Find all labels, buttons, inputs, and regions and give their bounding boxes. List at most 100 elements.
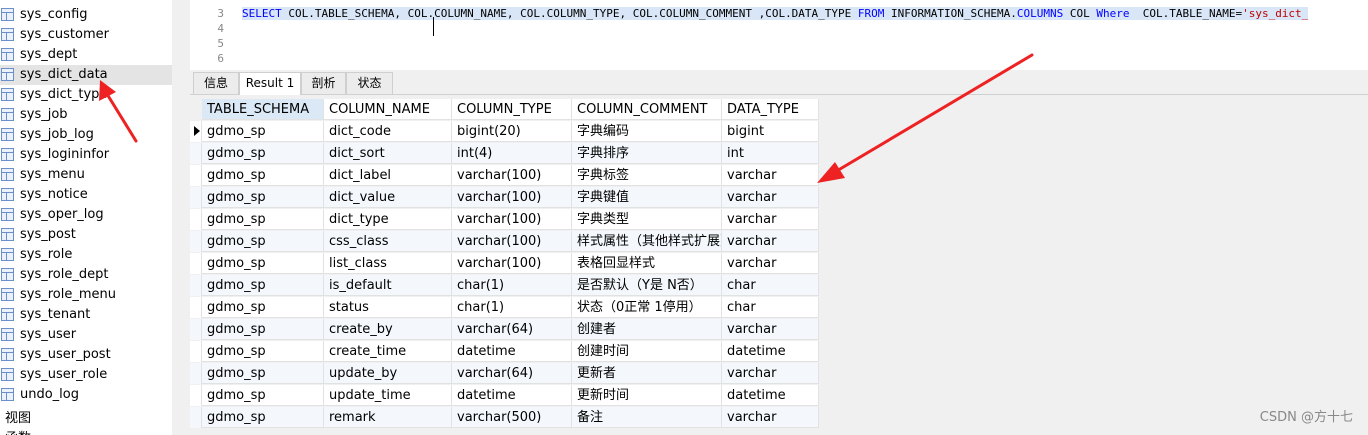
cell-column-name[interactable]: dict_code	[324, 121, 452, 142]
tree-item-undo-log[interactable]: undo_log	[0, 385, 172, 405]
cell-table-schema[interactable]: gdmo_sp	[202, 407, 324, 428]
cell-table-schema[interactable]: gdmo_sp	[202, 253, 324, 274]
cell-column-type[interactable]: varchar(64)	[452, 319, 572, 340]
cell-table-schema[interactable]: gdmo_sp	[202, 187, 324, 208]
tree-item-sys-notice[interactable]: sys_notice	[0, 185, 172, 205]
cell-column-name[interactable]: dict_type	[324, 209, 452, 230]
cell-data-type[interactable]: char	[722, 275, 819, 296]
cell-data-type[interactable]: varchar	[722, 407, 819, 428]
cell-column-comment[interactable]: 更新时间	[572, 385, 722, 406]
cell-column-comment[interactable]: 字典类型	[572, 209, 722, 230]
row-selector[interactable]	[190, 253, 202, 274]
cell-column-name[interactable]: create_time	[324, 341, 452, 362]
tab-result-1[interactable]: Result 1	[239, 72, 301, 95]
cell-column-comment[interactable]: 样式属性（其他样式扩展）	[572, 231, 722, 252]
tree-group-functions[interactable]: 函数	[5, 427, 31, 435]
cell-table-schema[interactable]: gdmo_sp	[202, 165, 324, 186]
cell-table-schema[interactable]: gdmo_sp	[202, 121, 324, 142]
tree-item-sys-customer[interactable]: sys_customer	[0, 25, 172, 45]
tree-item-sys-user-role[interactable]: sys_user_role	[0, 365, 172, 385]
cell-table-schema[interactable]: gdmo_sp	[202, 209, 324, 230]
cell-column-comment[interactable]: 备注	[572, 407, 722, 428]
cell-column-type[interactable]: varchar(100)	[452, 187, 572, 208]
cell-column-comment[interactable]: 创建时间	[572, 341, 722, 362]
cell-column-comment[interactable]: 表格回显样式	[572, 253, 722, 274]
cell-data-type[interactable]: varchar	[722, 319, 819, 340]
cell-column-type[interactable]: char(1)	[452, 297, 572, 318]
cell-column-type[interactable]: bigint(20)	[452, 121, 572, 142]
cell-column-type[interactable]: varchar(100)	[452, 209, 572, 230]
cell-data-type[interactable]: varchar	[722, 363, 819, 384]
row-selector[interactable]	[190, 121, 202, 142]
cell-table-schema[interactable]: gdmo_sp	[202, 385, 324, 406]
cell-column-type[interactable]: varchar(64)	[452, 363, 572, 384]
tree-item-sys-job[interactable]: sys_job	[0, 105, 172, 125]
cell-data-type[interactable]: bigint	[722, 121, 819, 142]
row-selector[interactable]	[190, 297, 202, 318]
tree-item-sys-menu[interactable]: sys_menu	[0, 165, 172, 185]
tree-item-sys-config[interactable]: sys_config	[0, 5, 172, 25]
cell-table-schema[interactable]: gdmo_sp	[202, 363, 324, 384]
cell-column-name[interactable]: dict_sort	[324, 143, 452, 164]
row-selector[interactable]	[190, 341, 202, 362]
cell-column-type[interactable]: varchar(100)	[452, 231, 572, 252]
sql-editor[interactable]: 3 4 5 6 SELECT COL.TABLE_SCHEMA, COL.COL…	[190, 0, 1368, 68]
cell-column-comment[interactable]: 是否默认（Y是 N否）	[572, 275, 722, 296]
cell-column-type[interactable]: varchar(100)	[452, 253, 572, 274]
tree-item-sys-user[interactable]: sys_user	[0, 325, 172, 345]
cell-data-type[interactable]: datetime	[722, 385, 819, 406]
cell-column-name[interactable]: create_by	[324, 319, 452, 340]
cell-column-name[interactable]: css_class	[324, 231, 452, 252]
cell-column-name[interactable]: list_class	[324, 253, 452, 274]
cell-data-type[interactable]: varchar	[722, 165, 819, 186]
cell-table-schema[interactable]: gdmo_sp	[202, 275, 324, 296]
tab-status[interactable]: 状态	[346, 72, 393, 94]
tree-item-sys-tenant[interactable]: sys_tenant	[0, 305, 172, 325]
cell-column-comment[interactable]: 字典标签	[572, 165, 722, 186]
tree-item-sys-role-menu[interactable]: sys_role_menu	[0, 285, 172, 305]
row-selector[interactable]	[190, 385, 202, 406]
cell-column-comment[interactable]: 字典编码	[572, 121, 722, 142]
row-selector[interactable]	[190, 187, 202, 208]
tree-item-sys-role[interactable]: sys_role	[0, 245, 172, 265]
cell-data-type[interactable]: int	[722, 143, 819, 164]
column-header-data-type[interactable]: DATA_TYPE	[722, 99, 819, 120]
cell-column-name[interactable]: update_time	[324, 385, 452, 406]
cell-column-type[interactable]: varchar(500)	[452, 407, 572, 428]
cell-table-schema[interactable]: gdmo_sp	[202, 297, 324, 318]
cell-column-comment[interactable]: 字典键值	[572, 187, 722, 208]
cell-column-name[interactable]: status	[324, 297, 452, 318]
cell-column-name[interactable]: is_default	[324, 275, 452, 296]
cell-column-type[interactable]: varchar(100)	[452, 165, 572, 186]
tree-item-sys-dict-data[interactable]: sys_dict_data	[0, 65, 172, 85]
tab-profile[interactable]: 剖析	[301, 72, 346, 94]
tab-info[interactable]: 信息	[193, 72, 239, 94]
cell-column-name[interactable]: remark	[324, 407, 452, 428]
cell-column-name[interactable]: dict_label	[324, 165, 452, 186]
tree-item-sys-dict-type[interactable]: sys_dict_type	[0, 85, 172, 105]
cell-column-type[interactable]: datetime	[452, 341, 572, 362]
row-selector[interactable]	[190, 275, 202, 296]
cell-column-type[interactable]: char(1)	[452, 275, 572, 296]
cell-data-type[interactable]: char	[722, 297, 819, 318]
column-header-column-comment[interactable]: COLUMN_COMMENT	[572, 99, 722, 120]
cell-data-type[interactable]: varchar	[722, 209, 819, 230]
row-selector[interactable]	[190, 231, 202, 252]
row-selector[interactable]	[190, 165, 202, 186]
cell-data-type[interactable]: varchar	[722, 231, 819, 252]
cell-column-comment[interactable]: 字典排序	[572, 143, 722, 164]
row-selector[interactable]	[190, 319, 202, 340]
tree-item-sys-post[interactable]: sys_post	[0, 225, 172, 245]
column-header-column-type[interactable]: COLUMN_TYPE	[452, 99, 572, 120]
tree-splitter[interactable]	[172, 0, 190, 435]
tree-item-sys-dept[interactable]: sys_dept	[0, 45, 172, 65]
column-header-column-name[interactable]: COLUMN_NAME	[324, 99, 452, 120]
tree-item-sys-oper-log[interactable]: sys_oper_log	[0, 205, 172, 225]
cell-column-name[interactable]: dict_value	[324, 187, 452, 208]
cell-column-type[interactable]: int(4)	[452, 143, 572, 164]
row-selector[interactable]	[190, 143, 202, 164]
row-selector[interactable]	[190, 209, 202, 230]
cell-column-type[interactable]: datetime	[452, 385, 572, 406]
tree-item-sys-user-post[interactable]: sys_user_post	[0, 345, 172, 365]
row-selector[interactable]	[190, 407, 202, 428]
